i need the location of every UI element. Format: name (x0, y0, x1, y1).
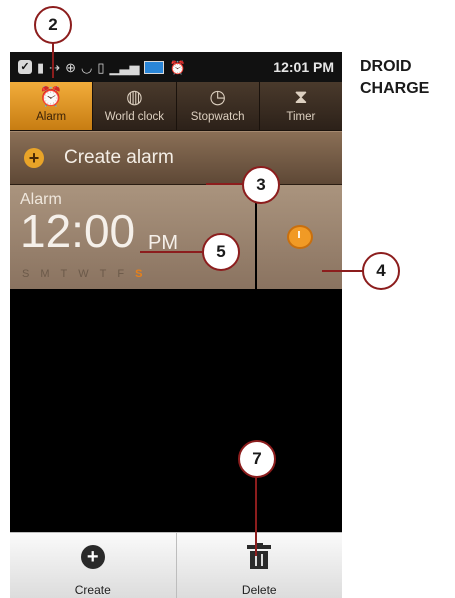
battery-icon (144, 60, 165, 74)
add-circle-icon: + (80, 545, 105, 569)
callout-4: 4 (362, 252, 400, 290)
callout-5: 5 (202, 233, 240, 271)
tab-timer[interactable]: ⧗ Timer (260, 82, 342, 130)
trash-icon (247, 543, 272, 571)
tab-stopwatch[interactable]: ◷ Stopwatch (177, 82, 260, 130)
day-monday: M (40, 268, 50, 280)
day-friday: F (117, 268, 125, 280)
day-tuesday: T (60, 268, 68, 280)
tab-alarm[interactable]: ⏰ Alarm (10, 82, 94, 130)
hourglass-icon: ⧗ (294, 87, 308, 108)
callout-line-7 (255, 476, 257, 556)
delete-button[interactable]: Delete (177, 533, 343, 598)
status-icons: ✓ ▮ ⇢ ⊕ ◡ ▯ ▁▃▅ ⏰ (18, 60, 186, 74)
create-label: Create (74, 583, 111, 597)
callout-line-5 (140, 251, 202, 253)
callout-3: 3 (242, 166, 280, 204)
day-thursday: T (99, 268, 107, 280)
device-name-line1: DROID (360, 58, 412, 75)
usb-icon: ⇢ (49, 59, 61, 75)
tab-world-clock[interactable]: ◍ World clock (93, 82, 177, 130)
clipboard-icon: ▮ (37, 59, 45, 75)
tab-label: Stopwatch (190, 111, 245, 123)
delete-label: Delete (241, 583, 277, 597)
callout-2: 2 (34, 6, 72, 44)
plus-icon: + (24, 148, 44, 168)
callout-line-2 (52, 40, 54, 78)
create-alarm-button[interactable]: + Create alarm (10, 131, 342, 185)
vibrate-icon: ▯ (97, 59, 105, 75)
day-saturday: S (135, 268, 143, 280)
signal-icon: ▁▃▅ (109, 59, 140, 75)
tab-label: World clock (104, 111, 164, 123)
alarm-time: 12:00 (20, 205, 136, 257)
alarm-icon: ⏰ (39, 87, 63, 108)
alarm-clock-icon (286, 225, 313, 249)
create-alarm-label: Create alarm (64, 147, 174, 168)
callout-line-3 (206, 183, 244, 185)
gps-icon: ⊕ (65, 59, 76, 75)
tab-label: Timer (286, 111, 316, 123)
tab-label: Alarm (36, 111, 67, 123)
wifi-icon: ◡ (80, 59, 93, 75)
bottom-action-bar: + Create Delete (10, 532, 342, 598)
callout-line-4 (322, 270, 364, 272)
status-bar: ✓ ▮ ⇢ ⊕ ◡ ▯ ▁▃▅ ⏰ 12:01 PM (10, 52, 342, 82)
callout-7: 7 (238, 440, 276, 478)
day-sunday: S (22, 268, 30, 280)
phone-screen: ✓ ▮ ⇢ ⊕ ◡ ▯ ▁▃▅ ⏰ 12:01 PM ⏰ Alarm ◍ Wor… (10, 52, 342, 597)
create-button[interactable]: + Create (10, 533, 177, 598)
tab-bar: ⏰ Alarm ◍ World clock ◷ Stopwatch ⧗ Time… (10, 82, 342, 131)
device-name: DROID CHARGE (360, 56, 429, 100)
device-name-line2: CHARGE (360, 80, 430, 97)
day-wednesday: W (78, 268, 89, 280)
alarm-status-icon: ⏰ (169, 59, 186, 75)
stopwatch-icon: ◷ (209, 87, 226, 108)
globe-icon: ◍ (126, 87, 143, 108)
alarm-days: S M T W T F S (22, 268, 142, 280)
check-icon: ✓ (18, 60, 32, 74)
status-time: 12:01 PM (273, 59, 334, 75)
